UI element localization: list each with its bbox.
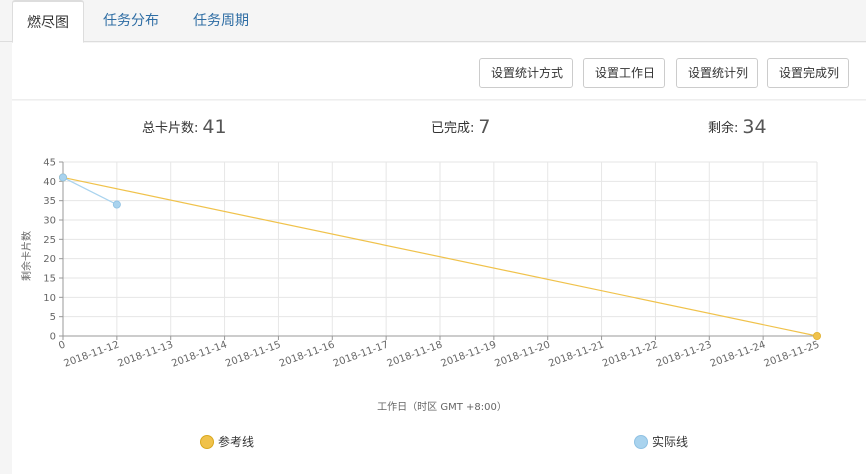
actual-point [112, 200, 121, 209]
x-tick-label: 0 [57, 339, 67, 352]
y-tick-label: 45 [43, 158, 56, 169]
x-tick-label: 2018-11-17 [332, 339, 390, 369]
set-done-column-button[interactable]: 设置完成列 [767, 58, 849, 88]
x-tick-label: 2018-11-18 [386, 339, 444, 369]
x-axis-title: 工作日（时区 GMT +8:00） [377, 401, 507, 413]
remaining-stat: 剩余: 34 [708, 116, 767, 140]
actual-point [59, 173, 68, 182]
completed-stat: 已完成: 7 [431, 116, 490, 140]
toolbar: 设置统计方式 设置工作日 设置统计列 设置完成列 [12, 43, 866, 100]
x-tick-label: 2018-11-14 [170, 339, 228, 369]
legend-reference-label: 参考线 [218, 435, 255, 449]
x-tick-label: 2018-11-19 [440, 339, 498, 369]
legend-actual-label: 实际线 [652, 435, 689, 449]
y-axis-title: 剩余卡片数 [20, 231, 33, 281]
set-workdays-button[interactable]: 设置工作日 [583, 58, 665, 88]
y-tick-label: 0 [50, 332, 56, 343]
legend-actual-line[interactable]: 实际线 [634, 433, 688, 450]
set-statistics-column-button[interactable]: 设置统计列 [676, 58, 758, 88]
x-tick-label: 2018-11-22 [601, 339, 659, 369]
remaining-label: 剩余: [708, 121, 739, 136]
x-tick-label: 2018-11-13 [116, 339, 174, 369]
x-tick-label: 2018-11-25 [763, 339, 821, 369]
set-statistics-method-button[interactable]: 设置统计方式 [479, 58, 573, 88]
x-tick-label: 2018-11-12 [63, 339, 121, 369]
x-tick-label: 2018-11-16 [278, 339, 336, 369]
y-tick-label: 25 [43, 235, 56, 246]
tab-task-distribution[interactable]: 任务分布 [92, 0, 170, 42]
completed-value: 7 [478, 116, 491, 138]
x-tick-label: 2018-11-15 [224, 339, 282, 369]
completed-label: 已完成: [431, 121, 475, 136]
x-tick-label: 2018-11-24 [709, 339, 767, 369]
y-tick-label: 35 [43, 196, 56, 207]
x-tick-label: 2018-11-23 [655, 339, 713, 369]
burndown-chart: 05101520253035404502018-11-122018-11-132… [20, 158, 822, 414]
total-cards-value: 41 [202, 116, 227, 138]
legend-reference-swatch [200, 435, 214, 449]
legend-reference-line[interactable]: 参考线 [200, 433, 254, 450]
y-tick-label: 40 [43, 177, 56, 188]
y-tick-label: 10 [43, 293, 56, 304]
reference-point [813, 331, 822, 340]
total-cards-label: 总卡片数: [142, 121, 199, 136]
y-tick-label: 15 [43, 274, 56, 285]
y-tick-label: 5 [50, 312, 56, 323]
legend-actual-swatch [634, 435, 648, 449]
y-tick-label: 20 [43, 254, 56, 265]
tab-task-cycle[interactable]: 任务周期 [182, 0, 260, 42]
tab-bar: 燃尽图 任务分布 任务周期 [0, 0, 866, 43]
y-tick-label: 30 [43, 216, 56, 227]
remaining-value: 34 [742, 116, 767, 138]
total-cards-stat: 总卡片数: 41 [142, 116, 227, 140]
x-tick-label: 2018-11-20 [493, 339, 551, 369]
x-tick-label: 2018-11-21 [547, 339, 605, 369]
tab-burndown[interactable]: 燃尽图 [12, 0, 84, 43]
